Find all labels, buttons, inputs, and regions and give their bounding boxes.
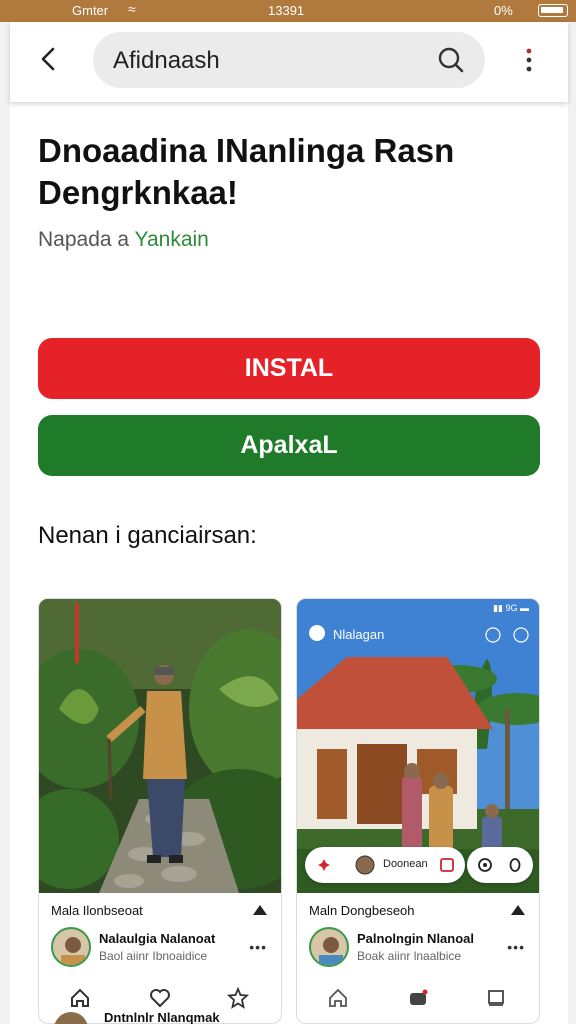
wifi-icon: ≈: [128, 1, 136, 17]
status-bar: Gmter ≈ 13391 0%: [0, 0, 576, 22]
pin-icon[interactable]: [317, 858, 331, 872]
card-actions: [297, 983, 539, 1013]
screenshot-card[interactable]: ▮▮ 9G ▬ Nlalagan Doonean Maln Dongbeseoh: [296, 598, 540, 1024]
bookmark-icon[interactable]: [439, 857, 455, 873]
camera-icon[interactable]: [407, 987, 429, 1009]
card-author-sub: Boak aiinr lnaalbice: [357, 949, 462, 963]
photo-overlay-bar: Doonean: [305, 847, 465, 883]
hat-icon: [253, 905, 267, 915]
developer-prefix: Napada a: [38, 228, 135, 251]
battery-level: 0%: [494, 3, 513, 18]
card-caption: Mala Ilonbseoat: [51, 903, 143, 918]
clock: 13391: [268, 3, 305, 18]
developer-name[interactable]: Yankain: [135, 228, 209, 251]
search-icon[interactable]: [437, 46, 465, 74]
photo-header: Nlalagan: [333, 627, 385, 642]
search-input[interactable]: Afidnaash: [93, 32, 485, 88]
overlay-label: Doonean: [383, 858, 428, 870]
photo-controls: [467, 847, 533, 883]
record-icon[interactable]: [477, 857, 493, 873]
battery-icon: [538, 4, 568, 17]
list-item[interactable]: Dntnlnlr Nlanqmak: [38, 1012, 540, 1024]
star-icon[interactable]: [227, 987, 249, 1009]
hat-icon: [511, 905, 525, 915]
back-arrow-icon[interactable]: [38, 46, 60, 72]
avatar: [54, 1012, 88, 1024]
more-icon[interactable]: •••: [507, 939, 525, 955]
open-button[interactable]: ApalxaL: [38, 415, 540, 476]
more-options-icon[interactable]: [522, 46, 536, 74]
heart-icon[interactable]: [149, 987, 171, 1009]
app-developer[interactable]: Napada a Yankain: [38, 228, 209, 252]
card-author-sub: Baol aiinr Ibnoaidice: [99, 949, 208, 963]
circle-icon[interactable]: [507, 857, 523, 873]
more-icon[interactable]: •••: [249, 939, 267, 955]
card-actions: [39, 983, 281, 1013]
avatar[interactable]: [51, 927, 91, 967]
home-icon[interactable]: [327, 987, 349, 1009]
photo-status-bar: ▮▮ 9G ▬: [493, 603, 529, 613]
app-detail-page: Afidnaash Dnoaadina INanlinga Rasn Dengr…: [10, 22, 568, 1024]
card-caption: Maln Dongbeseoh: [309, 903, 415, 918]
screenshot-card[interactable]: Mala Ilonbseoat Nalaulgia Nalanoat Baol …: [38, 598, 282, 1024]
install-button[interactable]: INSTAL: [38, 338, 540, 399]
garden-photo: [39, 599, 281, 893]
avatar: [355, 855, 375, 875]
card-author-name: Palnolngin Nlanoal: [357, 931, 475, 946]
app-bar: Afidnaash: [10, 22, 568, 102]
app-title: Dnoaadina INanlinga Rasn Dengrknkaa!: [38, 132, 455, 211]
search-query: Afidnaash: [113, 47, 220, 74]
home-icon[interactable]: [69, 987, 91, 1009]
list-item-title: Dntnlnlr Nlanqmak: [104, 1012, 220, 1024]
carrier-label: Gmter: [72, 3, 109, 18]
screenshots-heading: Nenan i ganciairsan:: [38, 522, 257, 549]
avatar[interactable]: [309, 927, 349, 967]
card-author-name: Nalaulgia Nalanoat: [99, 931, 216, 946]
book-icon[interactable]: [485, 987, 507, 1009]
